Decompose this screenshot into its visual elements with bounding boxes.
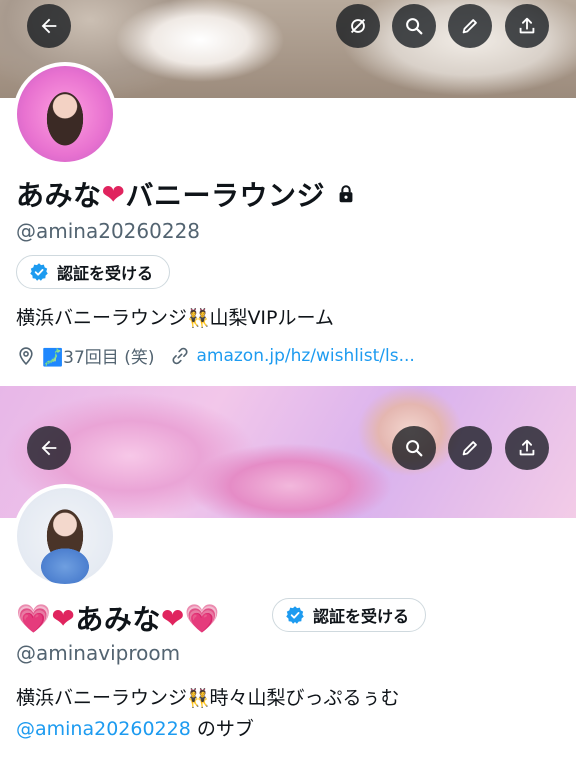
profile-avatar[interactable] [13,62,117,166]
display-name: 💗 ❤ あみな ❤ 💗 [16,598,220,638]
arrow-left-icon [41,440,57,456]
share-icon [519,17,535,34]
verified-badge-icon [30,263,48,281]
verified-badge-icon [286,606,304,624]
bunny-emoji: 👯 [187,308,210,329]
display-name-text-suffix: バニーラウンジ [125,179,325,212]
pencil-icon [462,441,477,456]
profile-avatar[interactable] [13,484,117,588]
share-button[interactable] [505,4,549,48]
search-icon [406,440,423,457]
mute-button[interactable] [336,4,380,48]
profile-meta: 🗾37回目 (笑) amazon.jp/hz/wishlist/ls... [16,343,415,368]
display-name-text: あみな [75,603,161,636]
bio-text-3: のサブ [190,718,254,740]
back-button[interactable] [27,4,71,48]
heart-emoji: ❤ [160,601,185,635]
get-verified-button[interactable]: 認証を受ける [272,598,427,632]
back-button[interactable] [27,426,71,470]
display-name: あみな ❤ バニーラウンジ [16,174,357,214]
location-pin-icon [19,346,33,365]
bio-text-2: 時々山梨びっぷるぅむ [209,687,400,709]
user-handle: @aminaviproom [16,641,181,665]
bio-text: 横浜バニーラウンジ [16,687,188,709]
get-verified-label: 認証を受ける [57,264,154,283]
bio-line-1: 横浜バニーラウンジ👯時々山梨びっぷるぅむ [16,683,399,714]
search-button[interactable] [392,426,436,470]
wishlist-link[interactable]: amazon.jp/hz/wishlist/ls... [196,346,414,366]
search-button[interactable] [392,4,436,48]
get-verified-button[interactable]: 認証を受ける [16,255,171,289]
bio-text: 横浜バニーラウンジ [16,307,188,329]
bio: 横浜バニーラウンジ👯山梨VIPルーム [16,303,334,334]
bio-text-2: 山梨VIPルーム [209,307,334,329]
pink-heart-emoji: 💗 [16,601,52,635]
edit-button[interactable] [448,4,492,48]
search-icon [406,18,423,35]
lock-icon [339,185,353,203]
heart-emoji: ❤ [51,601,76,635]
mention-link[interactable]: @amina20260228 [16,718,191,740]
display-name-text: あみな [16,179,102,212]
heart-emoji: ❤ [101,177,126,211]
link-icon [172,347,189,364]
profile-header-1: あみな ❤ バニーラウンジ @amina20260228 認証を受ける 横浜バニーラ… [0,0,576,384]
bio: 横浜バニーラウンジ👯時々山梨びっぷるぅむ @amina20260228 のサブ [16,683,399,744]
bio-line-2: @amina20260228 のサブ [16,714,399,744]
user-handle: @amina20260228 [16,219,201,243]
arrow-left-icon [41,18,57,34]
location-text: 🗾37回目 (笑) [42,348,155,368]
bunny-emoji: 👯 [187,688,210,709]
profile-header-2: 💗 ❤ あみな ❤ 💗 認証を受ける @aminaviproom 横浜バニーラウンジ👯時… [0,386,576,768]
get-verified-label: 認証を受ける [313,607,410,626]
share-icon [519,439,535,456]
edit-button[interactable] [448,426,492,470]
pink-heart-emoji: 💗 [184,601,221,635]
pencil-icon [462,19,477,34]
share-button[interactable] [505,426,549,470]
mute-icon [350,18,366,34]
